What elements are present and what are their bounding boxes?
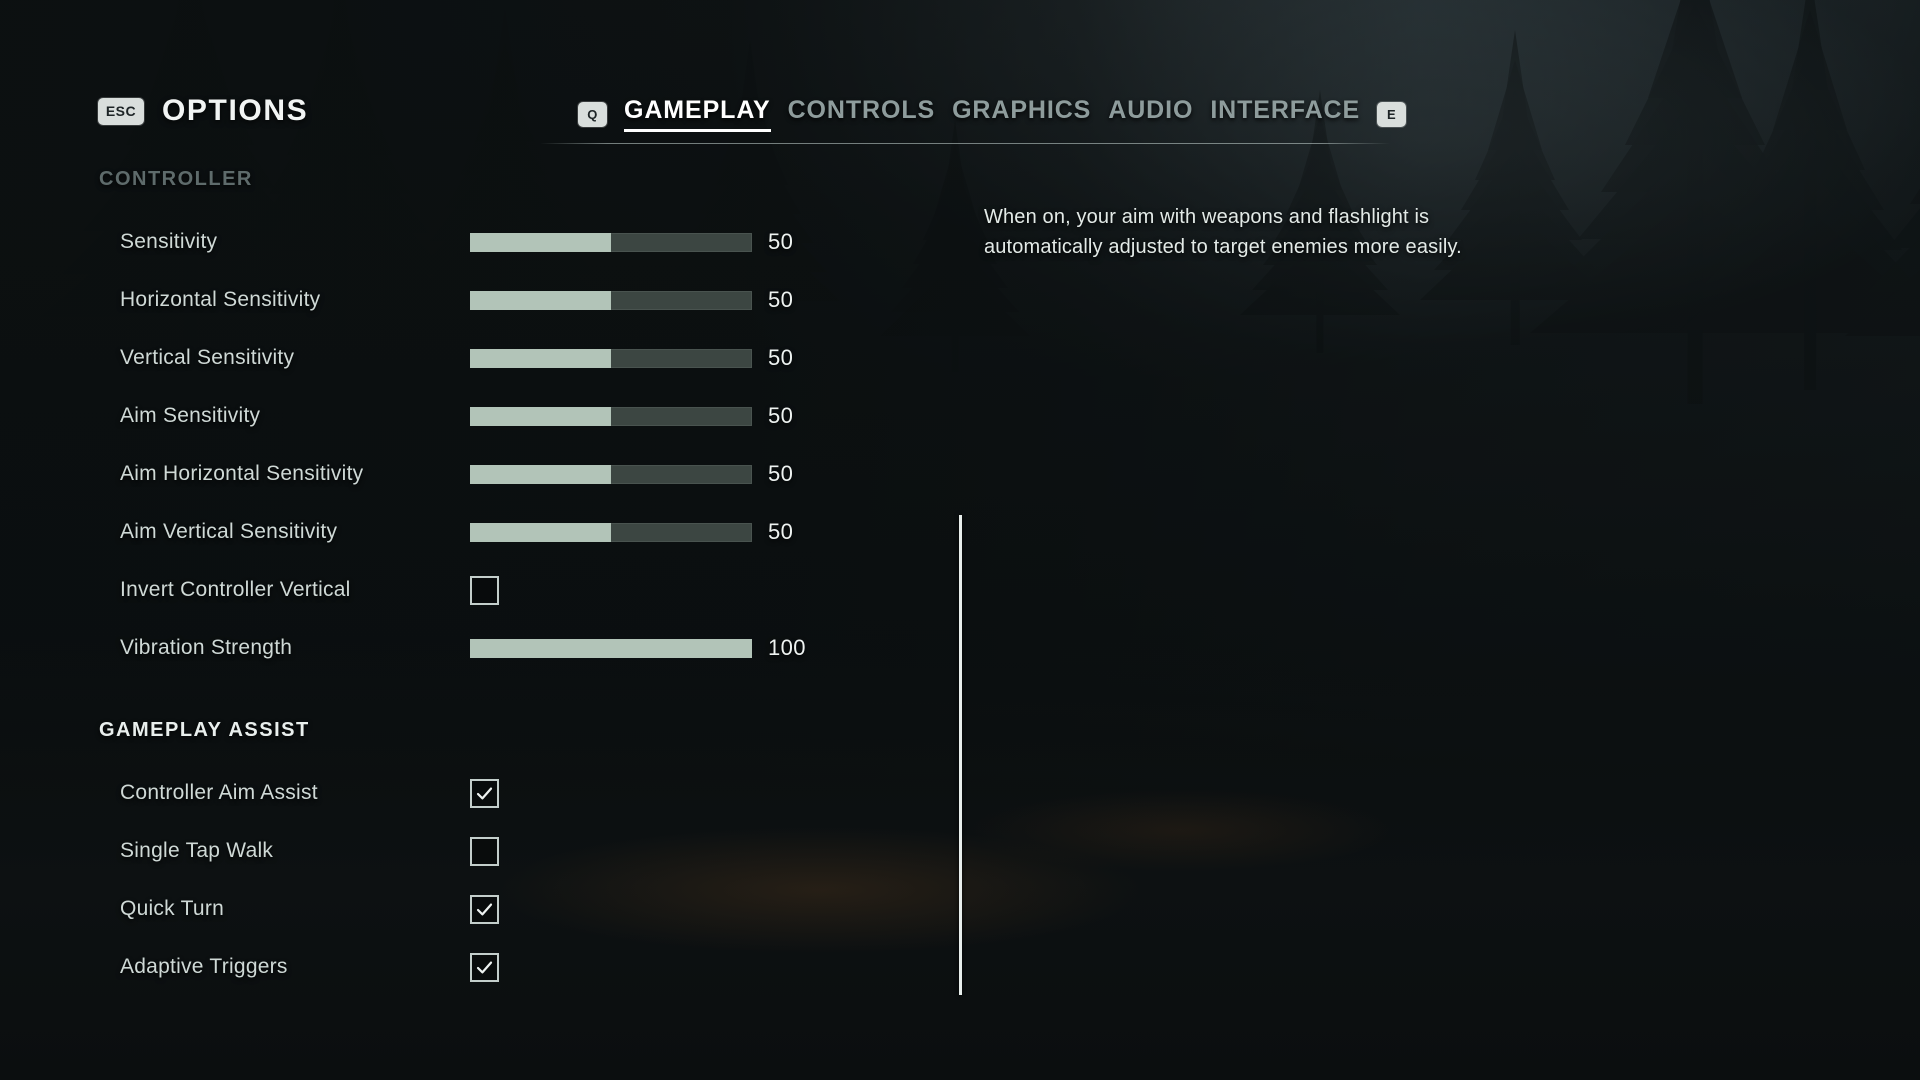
setting-row-vibration-strength[interactable]: Vibration Strength 100	[120, 619, 960, 677]
slider-value: 100	[768, 635, 806, 660]
group-header-controller: CONTROLLER	[99, 168, 253, 190]
setting-label: Aim Vertical Sensitivity	[120, 520, 338, 543]
slider-fill	[470, 406, 611, 426]
setting-label: Aim Horizontal Sensitivity	[120, 462, 364, 485]
setting-description: When on, your aim with weapons and flash…	[984, 206, 1462, 258]
setting-label: Quick Turn	[120, 897, 225, 920]
setting-row-sensitivity[interactable]: Sensitivity 50	[120, 213, 960, 271]
slider-fill	[470, 638, 752, 658]
slider-aim-sensitivity[interactable]	[470, 406, 752, 426]
tab-gameplay[interactable]: GAMEPLAY	[624, 96, 771, 132]
slider-fill	[470, 348, 611, 368]
setting-label: Invert Controller Vertical	[120, 578, 351, 601]
slider-sensitivity[interactable]	[470, 232, 752, 252]
setting-row-vertical-sensitivity[interactable]: Vertical Sensitivity 50	[120, 329, 960, 387]
page-title: OPTIONS	[162, 94, 309, 127]
setting-row-single-tap-walk[interactable]: Single Tap Walk	[120, 822, 960, 880]
checkbox-quick-turn[interactable]	[470, 894, 499, 924]
tab-controls[interactable]: CONTROLS	[788, 96, 935, 132]
setting-row-invert-controller-vertical[interactable]: Invert Controller Vertical	[120, 561, 960, 619]
tab-bar: Q GAMEPLAY CONTROLS GRAPHICS AUDIO INTER…	[578, 96, 1407, 141]
slider-fill	[470, 522, 611, 542]
group-header-gameplay-assist: GAMEPLAY ASSIST	[99, 719, 310, 741]
tab-graphics[interactable]: GRAPHICS	[952, 96, 1091, 132]
slider-value: 50	[768, 229, 794, 254]
esc-key-badge[interactable]: ESC	[98, 97, 144, 125]
checkbox-adaptive-triggers[interactable]	[470, 952, 499, 982]
slider-value: 50	[768, 287, 794, 312]
slider-fill	[470, 232, 611, 252]
setting-label: Sensitivity	[120, 230, 218, 253]
slider-fill	[470, 464, 611, 484]
slider-fill	[470, 290, 611, 310]
setting-row-aim-vertical-sensitivity[interactable]: Aim Vertical Sensitivity 50	[120, 503, 960, 561]
tab-audio[interactable]: AUDIO	[1108, 96, 1193, 132]
setting-label: Vertical Sensitivity	[120, 346, 295, 369]
setting-label: Controller Aim Assist	[120, 781, 318, 804]
check-icon	[476, 903, 493, 915]
back-control[interactable]: ESC OPTIONS	[98, 94, 308, 128]
setting-label: Aim Sensitivity	[120, 404, 261, 427]
checkbox-single-tap-walk[interactable]	[470, 836, 499, 866]
settings-list: CONTROLLER Sensitivity 50 Horizontal Sensit…	[0, 168, 960, 996]
setting-label: Horizontal Sensitivity	[120, 288, 321, 311]
setting-label: Vibration Strength	[120, 636, 293, 659]
setting-row-controller-aim-assist[interactable]: Controller Aim Assist	[120, 764, 960, 822]
slider-vertical-sensitivity[interactable]	[470, 348, 752, 368]
setting-label: Single Tap Walk	[120, 839, 274, 862]
setting-row-quick-turn[interactable]: Quick Turn	[120, 880, 960, 938]
slider-vibration-strength[interactable]	[470, 638, 752, 658]
next-tab-key-badge[interactable]: E	[1377, 101, 1407, 127]
tab-interface[interactable]: INTERFACE	[1210, 96, 1360, 132]
setting-row-horizontal-sensitivity[interactable]: Horizontal Sensitivity 50	[120, 271, 960, 329]
slider-value: 50	[768, 345, 794, 370]
slider-aim-horizontal-sensitivity[interactable]	[470, 464, 752, 484]
scrollbar[interactable]	[959, 515, 962, 995]
slider-value: 50	[768, 519, 794, 544]
tab-bar-underline	[540, 143, 1390, 144]
checkbox-invert-controller-vertical[interactable]	[470, 575, 499, 605]
slider-aim-vertical-sensitivity[interactable]	[470, 522, 752, 542]
slider-horizontal-sensitivity[interactable]	[470, 290, 752, 310]
prev-tab-key-badge[interactable]: Q	[578, 101, 607, 127]
setting-row-aim-sensitivity[interactable]: Aim Sensitivity 50	[120, 387, 960, 445]
slider-value: 50	[768, 461, 794, 486]
setting-row-aim-horizontal-sensitivity[interactable]: Aim Horizontal Sensitivity 50	[120, 445, 960, 503]
setting-label: Adaptive Triggers	[120, 955, 288, 978]
check-icon	[476, 961, 493, 973]
slider-value: 50	[768, 403, 794, 428]
options-header: ESC OPTIONS Q GAMEPLAY CONTROLS GRAPHICS…	[0, 0, 1920, 150]
check-icon	[476, 787, 493, 799]
setting-row-adaptive-triggers[interactable]: Adaptive Triggers	[120, 938, 960, 996]
checkbox-controller-aim-assist[interactable]	[470, 778, 499, 808]
